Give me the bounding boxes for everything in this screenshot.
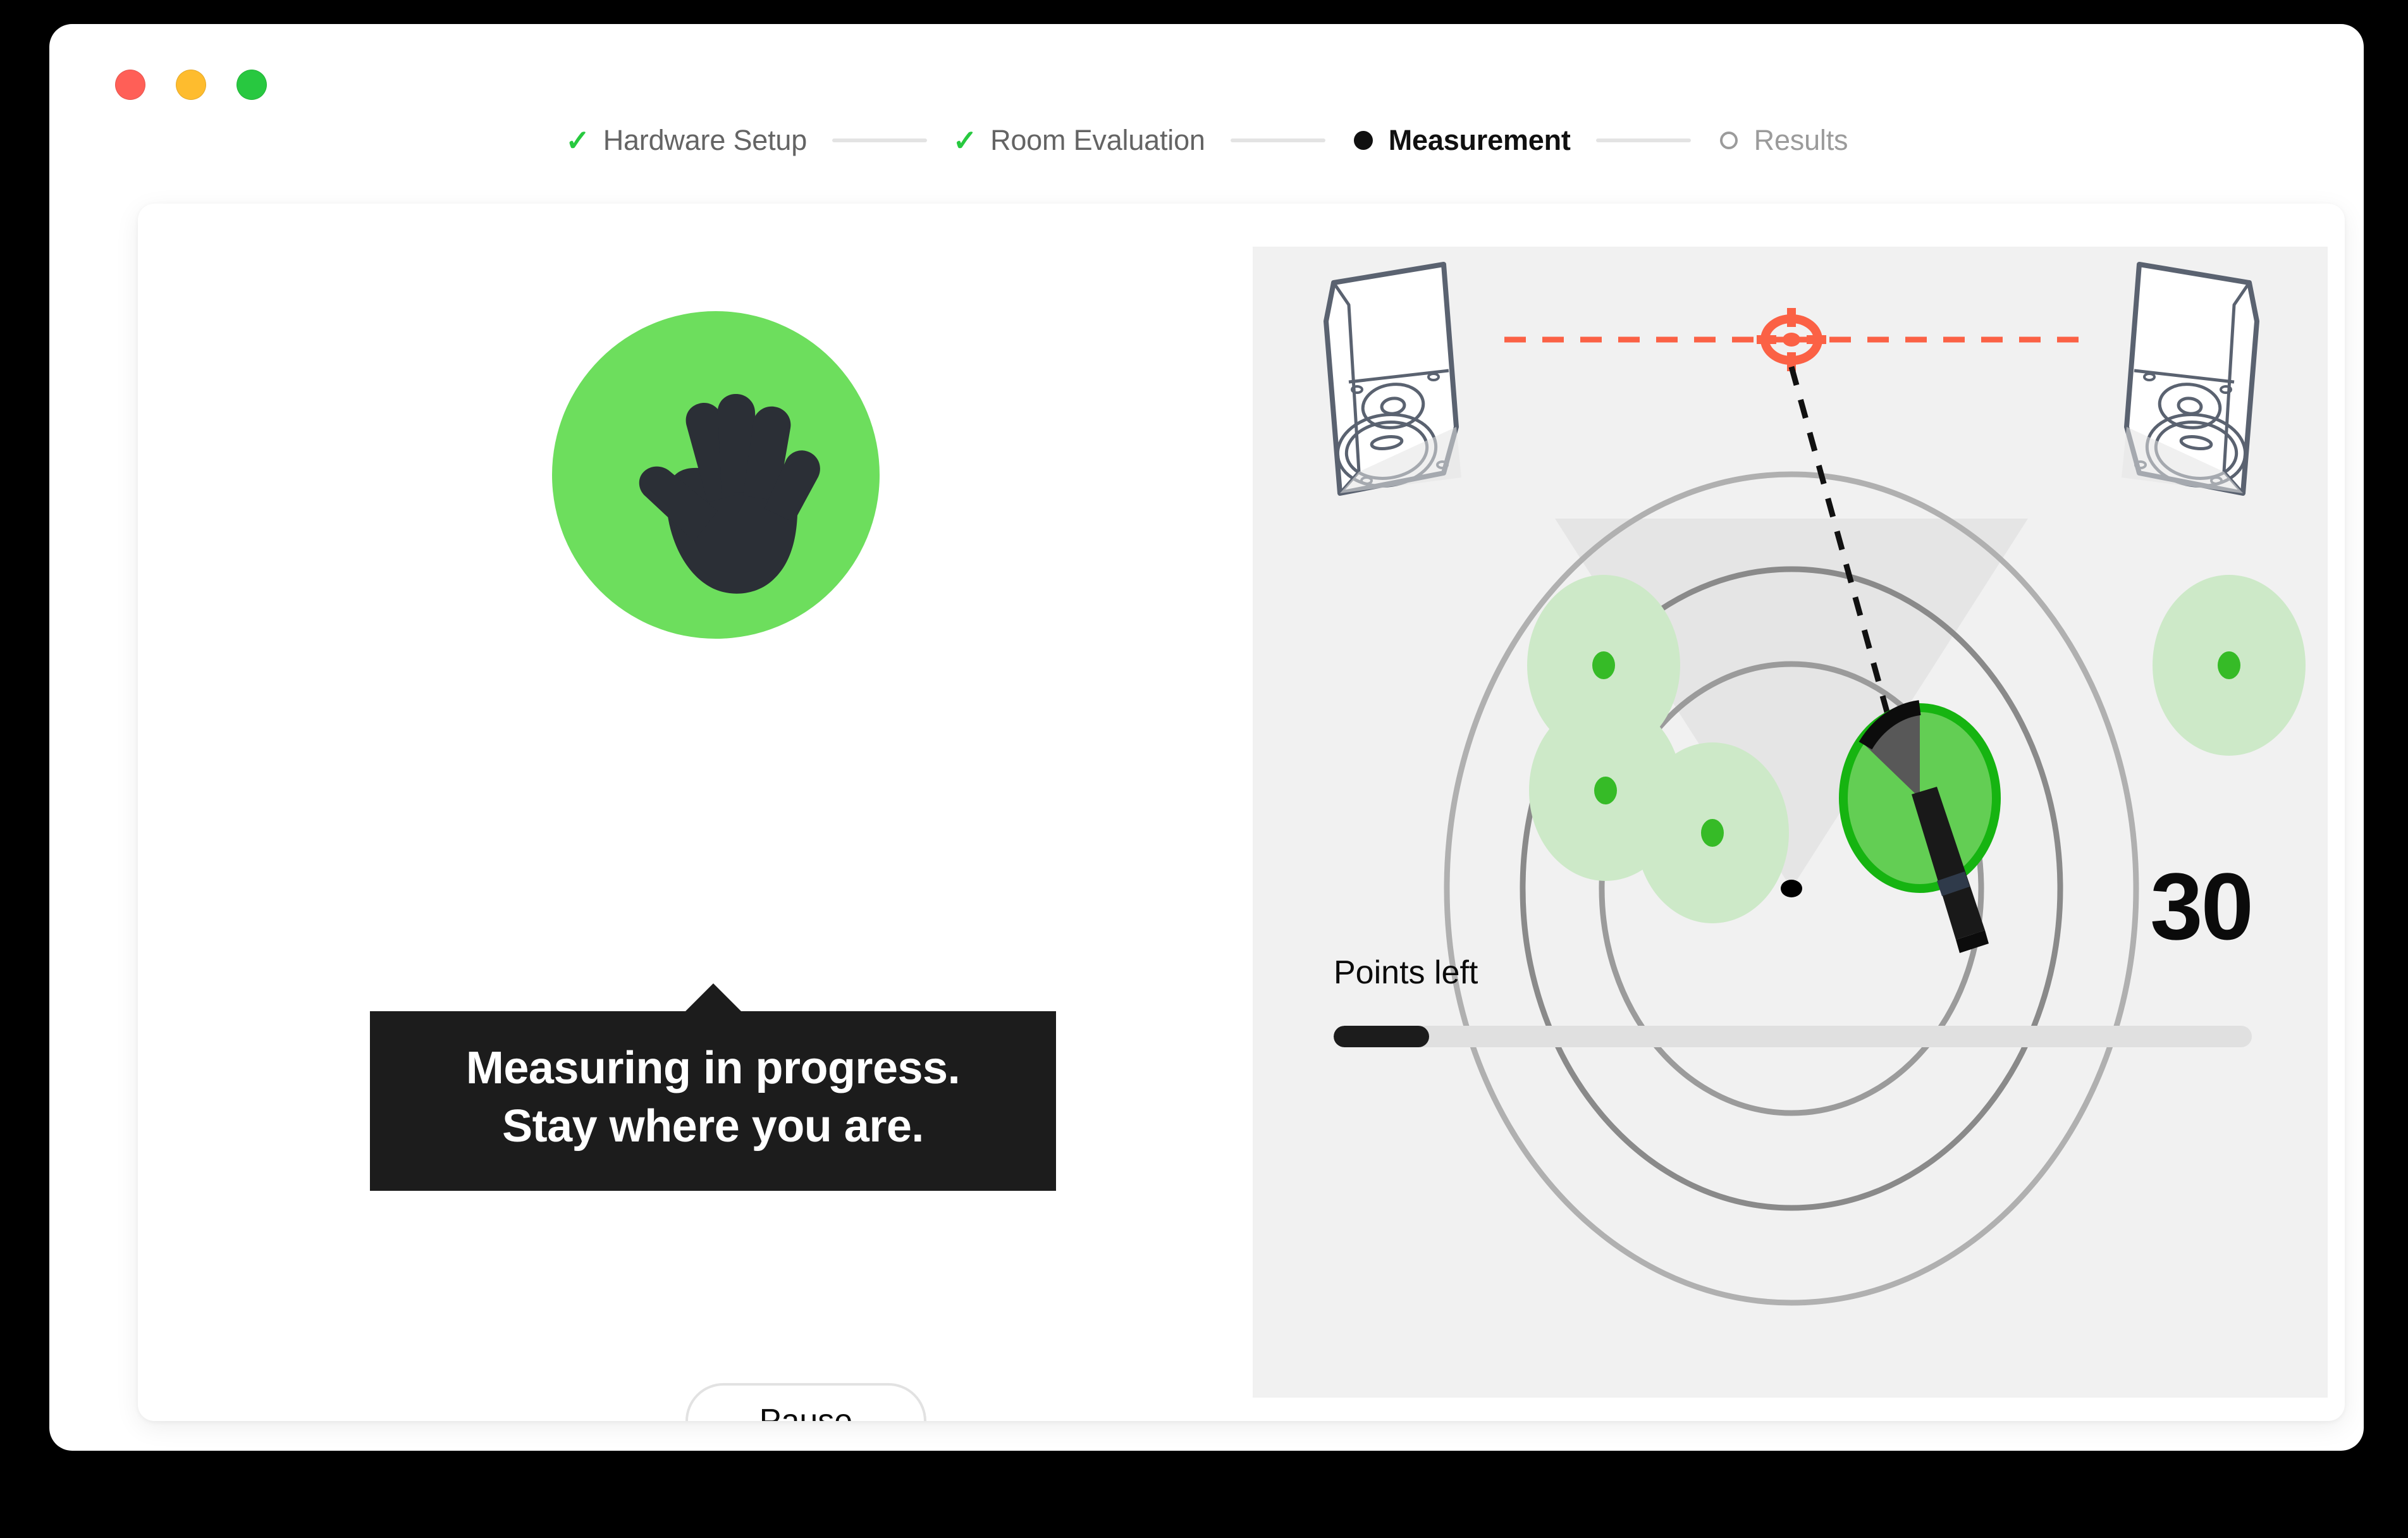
instruction-pane: Measuring in progress. Stay where you ar… (138, 204, 1253, 1421)
check-icon: ✓ (952, 124, 978, 157)
tooltip-line-1: Measuring in progress. (465, 1043, 961, 1093)
step-label: Hardware Setup (603, 124, 808, 156)
step-separator (1230, 138, 1325, 142)
step-measurement[interactable]: Measurement (1351, 124, 1571, 157)
points-left-label: Points left (1334, 954, 1478, 991)
status-tooltip: Measuring in progress. Stay where you ar… (370, 983, 1056, 1191)
tooltip-line-2: Stay where you are. (502, 1101, 924, 1152)
app-window: ✓ Hardware Setup ✓ Room Evaluation Measu… (49, 24, 2364, 1451)
step-separator (832, 138, 928, 142)
window-controls (115, 70, 267, 100)
close-button[interactable] (115, 70, 145, 100)
content-card: Measuring in progress. Stay where you ar… (138, 204, 2345, 1421)
minimize-button[interactable] (176, 70, 206, 100)
room-center-point (1781, 880, 1802, 897)
progress-stepper: ✓ Hardware Setup ✓ Room Evaluation Measu… (49, 118, 2364, 163)
measurement-progress-bar (1334, 1026, 2252, 1047)
check-icon: ✓ (565, 124, 590, 157)
points-left-count: 30 (2150, 853, 2254, 959)
measurement-point-4 (1636, 742, 1789, 923)
step-hardware-setup[interactable]: ✓ Hardware Setup (565, 124, 807, 157)
target-center-dot (1783, 333, 1800, 347)
room-diagram (1324, 262, 2306, 1306)
step-label: Results (1754, 124, 1848, 156)
step-room-evaluation[interactable]: ✓ Room Evaluation (952, 124, 1205, 157)
filled-dot-icon (1351, 128, 1376, 153)
empty-circle-icon (1716, 128, 1742, 153)
step-results[interactable]: Results (1716, 124, 1848, 157)
measurement-progress-fill (1334, 1026, 1429, 1047)
open-hand-badge (552, 311, 880, 639)
room-diagram-pane: Points left 30 (1253, 247, 2328, 1398)
tooltip-arrow (684, 983, 742, 1012)
desktop-background: ✓ Hardware Setup ✓ Room Evaluation Measu… (0, 0, 2408, 1538)
step-separator (1595, 138, 1691, 142)
pause-button[interactable]: Pause (685, 1383, 926, 1421)
measurement-point-2 (2153, 575, 2306, 756)
maximize-button[interactable] (236, 70, 267, 100)
step-label: Measurement (1388, 124, 1571, 156)
open-hand-icon (639, 393, 820, 594)
step-label: Room Evaluation (990, 124, 1205, 156)
